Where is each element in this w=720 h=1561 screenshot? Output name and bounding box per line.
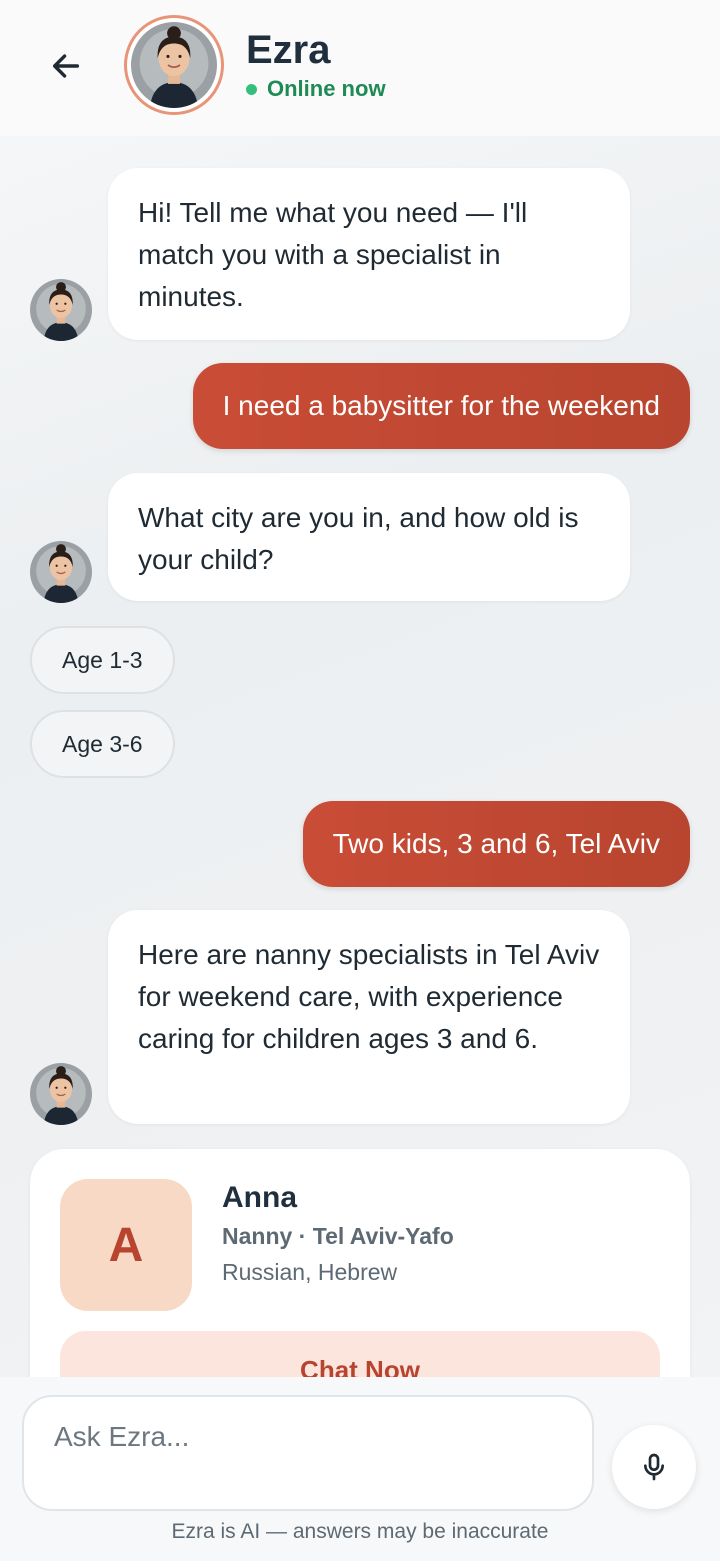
ai-disclaimer: Ezra is AI — answers may be inaccurate <box>171 1520 549 1543</box>
bot-avatar <box>30 1063 92 1125</box>
specialist-languages: Russian, Hebrew <box>222 1259 398 1285</box>
bot-message: What city are you in, and how old is you… <box>108 473 630 601</box>
mic-button[interactable] <box>612 1425 696 1509</box>
back-button[interactable] <box>40 40 92 92</box>
arrow-left-icon <box>52 54 80 78</box>
assistant-portrait <box>131 22 217 108</box>
assistant-avatar[interactable] <box>124 15 224 115</box>
message-input[interactable] <box>54 1417 564 1457</box>
online-dot-icon <box>246 83 257 95</box>
microphone-icon <box>644 1453 664 1481</box>
message-input-box[interactable] <box>22 1395 594 1511</box>
quick-reply-age-1-3[interactable]: Age 1-3 <box>30 626 175 694</box>
specialist-card[interactable]: A Anna Nanny · Tel Aviv-Yafo Russian, He… <box>30 1149 690 1411</box>
specialist-name: Anna <box>222 1181 297 1214</box>
bot-message: Here are nanny specialists in Tel Aviv f… <box>108 910 630 1124</box>
bot-avatar <box>30 541 92 603</box>
bot-avatar <box>30 279 92 341</box>
bot-message: Hi! Tell me what you need — I'll match y… <box>108 168 630 340</box>
online-status: Online now <box>246 76 386 102</box>
user-message: Two kids, 3 and 6, Tel Aviv <box>302 801 690 887</box>
quick-reply-age-3-6[interactable]: Age 3-6 <box>30 710 175 778</box>
assistant-name: Ezra <box>246 28 331 72</box>
user-message: I need a babysitter for the weekend <box>192 363 690 449</box>
chat-header: Ezra Online now <box>0 0 720 136</box>
specialist-role: Nanny · Tel Aviv-Yafo <box>222 1223 454 1249</box>
specialist-initial-badge: A <box>60 1179 192 1311</box>
status-text: Online now <box>267 76 386 101</box>
composer: Ezra is AI — answers may be inaccurate <box>0 1377 720 1561</box>
